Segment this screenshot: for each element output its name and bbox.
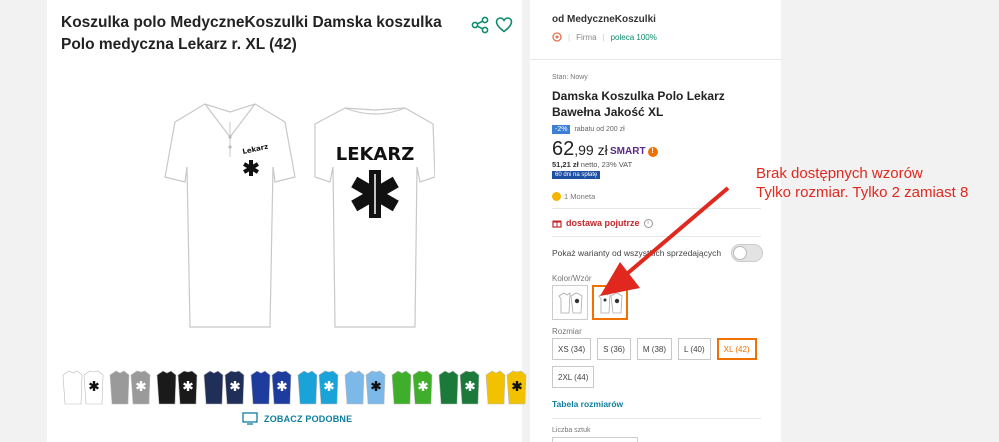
divider bbox=[552, 418, 761, 419]
smart-badge[interactable]: SMART ! bbox=[610, 146, 658, 157]
back-print-label: LEKARZ bbox=[336, 144, 415, 165]
size-option[interactable]: S (36) bbox=[597, 338, 631, 360]
size-option[interactable]: XL (42) bbox=[716, 338, 757, 360]
size-table-link[interactable]: Tabela rozmiarów bbox=[552, 399, 623, 409]
price-main: 62 bbox=[552, 138, 575, 160]
smart-dot-icon: ! bbox=[647, 146, 658, 157]
color-thumbnail[interactable] bbox=[437, 366, 481, 408]
size-option[interactable]: M (38) bbox=[636, 338, 673, 360]
seller-meta: | Firma | poleca 100% bbox=[552, 32, 657, 42]
color-thumbnail[interactable] bbox=[249, 366, 293, 408]
front-shirt-image: Lekarz bbox=[164, 103, 296, 328]
share-icon[interactable] bbox=[471, 16, 489, 34]
color-thumbnail[interactable] bbox=[343, 366, 387, 408]
annotation-line-2: Tylko rozmiar. Tylko 2 zamiast 8 bbox=[756, 184, 969, 201]
shirt-swatch-image bbox=[558, 291, 583, 313]
seller-badge-icon bbox=[552, 32, 562, 42]
color-thumbnail[interactable] bbox=[296, 366, 340, 408]
back-shirt-image: LEKARZ bbox=[314, 107, 435, 328]
color-thumbnail[interactable] bbox=[61, 366, 105, 408]
size-label: Rozmiar bbox=[552, 327, 582, 336]
netto-value: 51,21 zł bbox=[552, 160, 579, 169]
color-label: Kolor/Wzór bbox=[552, 274, 592, 283]
toggle-knob bbox=[733, 246, 747, 260]
size-option[interactable]: XS (34) bbox=[552, 338, 592, 360]
price: 62,99 zł bbox=[552, 138, 608, 161]
product-main-image[interactable]: Lekarz LEKARZ bbox=[135, 82, 435, 337]
color-thumbnail[interactable] bbox=[202, 366, 246, 408]
heart-icon[interactable] bbox=[495, 16, 513, 34]
see-similar-link[interactable]: ZOBACZ PODOBNE bbox=[242, 412, 352, 425]
color-thumbnail[interactable] bbox=[484, 366, 528, 408]
price-fraction: ,99 zł bbox=[574, 142, 608, 158]
product-gallery-card: Koszulka polo MedyczneKoszulki Damska ko… bbox=[47, 0, 527, 442]
color-swatch-1[interactable] bbox=[552, 285, 588, 320]
variants-toggle-label: Pokaż warianty od wszystkich sprzedający… bbox=[552, 248, 722, 258]
seller-type: Firma bbox=[576, 32, 597, 42]
discount-text: rabatu od 200 zł bbox=[574, 126, 625, 133]
divider bbox=[552, 236, 761, 237]
netto-price: 51,21 zł netto, 23% VAT bbox=[552, 160, 632, 169]
monitor-icon bbox=[242, 412, 258, 425]
smart-label: SMART bbox=[610, 146, 646, 157]
product-title: Koszulka polo MedyczneKoszulki Damska ko… bbox=[61, 14, 442, 53]
color-thumbnail[interactable] bbox=[108, 366, 152, 408]
color-swatch-2-selected[interactable] bbox=[592, 285, 628, 320]
gift-icon bbox=[552, 220, 562, 228]
coin-text: 1 Moneta bbox=[564, 192, 596, 201]
discount-badge: -2% bbox=[552, 125, 571, 134]
info-icon[interactable]: i bbox=[643, 218, 653, 228]
quantity-label: Liczba sztuk bbox=[552, 427, 591, 434]
see-similar-label: ZOBACZ PODOBNE bbox=[264, 413, 353, 424]
color-thumbnail[interactable] bbox=[390, 366, 434, 408]
variants-toggle[interactable] bbox=[731, 244, 763, 262]
netto-text: netto, 23% VAT bbox=[580, 160, 633, 169]
color-thumbnails bbox=[61, 366, 527, 408]
shirt-swatch-image bbox=[598, 291, 623, 313]
annotation-line-1: Brak dostępnych wzorów bbox=[756, 165, 923, 182]
size-option[interactable]: 2XL (44) bbox=[552, 366, 595, 388]
coin-icon bbox=[552, 192, 561, 201]
offer-name: Damska Koszulka Polo Lekarz Bawełna Jako… bbox=[552, 89, 725, 119]
offer-card: od MedyczneKoszulki | Firma | poleca 100… bbox=[530, 0, 781, 442]
size-options: XS (34) S (36) M (38) L (40) XL (42) 2XL (44) bbox=[552, 338, 772, 388]
size-option[interactable]: L (40) bbox=[678, 338, 711, 360]
item-state: Stan: Nowy bbox=[552, 74, 588, 81]
seller-name[interactable]: od MedyczneKoszulki bbox=[552, 14, 656, 25]
installment-badge[interactable]: 60 dni na spłatę bbox=[552, 171, 601, 179]
delivery-row[interactable]: dostawa pojutrze i bbox=[552, 218, 653, 228]
quantity-stepper[interactable] bbox=[552, 437, 638, 442]
delivery-text: dostawa pojutrze bbox=[566, 218, 640, 228]
discount-row: -2% rabatu od 200 zł bbox=[552, 125, 625, 134]
coin-row: 1 Moneta bbox=[552, 192, 595, 201]
divider bbox=[552, 208, 761, 209]
annotation-text: Brak dostępnych wzorów Tylko rozmiar. Ty… bbox=[756, 164, 968, 202]
seller-box: od MedyczneKoszulki | Firma | poleca 100… bbox=[530, 0, 781, 60]
seller-recommend: poleca 100% bbox=[610, 32, 657, 42]
color-thumbnail[interactable] bbox=[155, 366, 199, 408]
